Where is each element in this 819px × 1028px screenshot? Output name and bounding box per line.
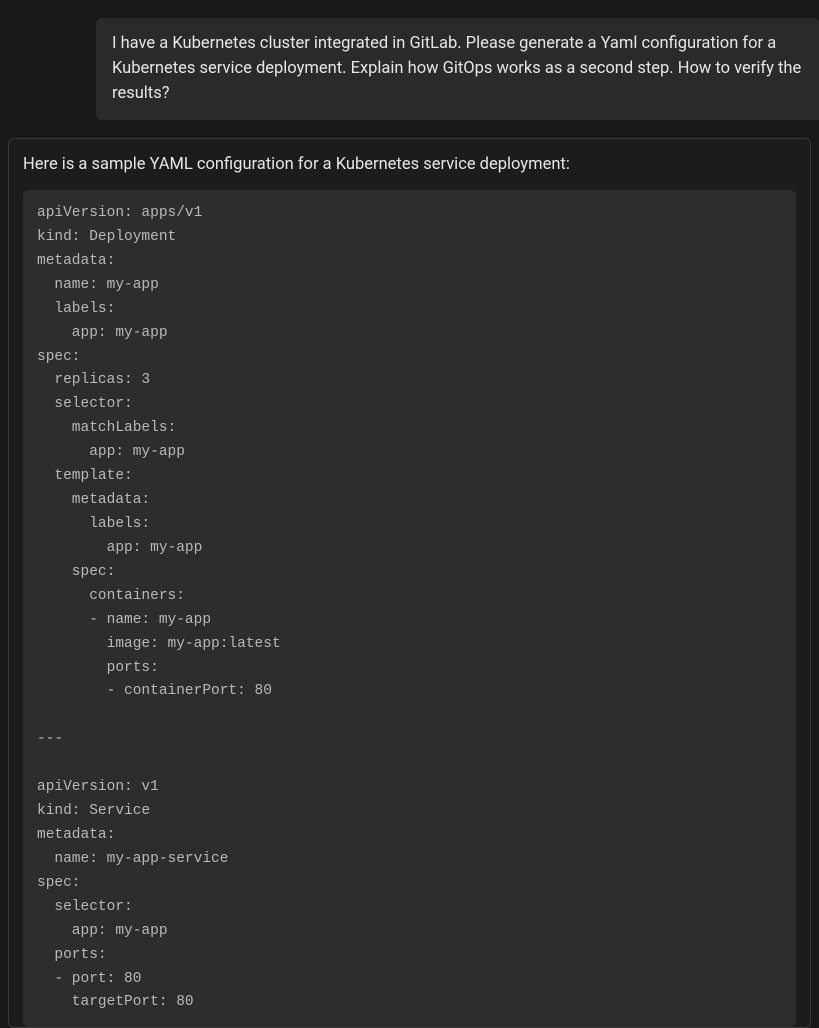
- assistant-message-container: Here is a sample YAML configuration for …: [8, 138, 811, 1028]
- user-message-container: I have a Kubernetes cluster integrated i…: [0, 0, 819, 138]
- code-block[interactable]: apiVersion: apps/v1 kind: Deployment met…: [23, 190, 796, 1027]
- assistant-intro-text: Here is a sample YAML configuration for …: [23, 153, 796, 178]
- user-message[interactable]: I have a Kubernetes cluster integrated i…: [96, 18, 819, 120]
- code-content: apiVersion: apps/v1 kind: Deployment met…: [37, 202, 782, 1015]
